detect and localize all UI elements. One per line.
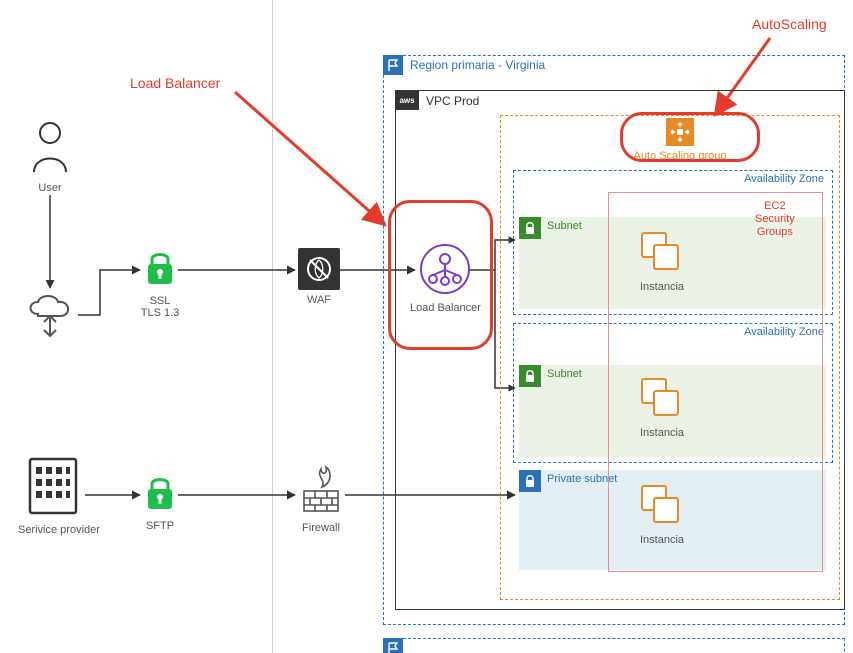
ec2-instance-icon [641,378,683,420]
autoscaling-group-header: Auto Scaling group [625,118,735,162]
firewall-icon [298,465,344,515]
region-secondary-box [383,638,845,653]
user-icon [30,120,70,175]
sftp-label: SFTP [140,520,180,532]
instance-3: Instancia [640,485,684,546]
cloud-icon [22,290,78,340]
ssl-label-1: SSL [140,295,180,307]
service-provider-label: Serivice provider [18,524,88,536]
lock-icon [142,473,178,513]
instance3-label: Instancia [640,534,684,546]
ec2-instance-icon [641,485,683,527]
waf-label: WAF [296,294,342,306]
user-actor: User [28,120,72,194]
instance2-label: Instancia [640,427,684,439]
subnet2-label: Subnet [547,368,582,380]
user-label: User [28,182,72,194]
sftp-node: SFTP [140,473,180,532]
instance-2: Instancia [640,378,684,439]
autoscaling-icon [666,118,694,146]
region-flag-icon [383,638,403,653]
waf-node: WAF [296,248,342,306]
region-flag-icon [383,55,403,75]
az1-title: Availability Zone [744,173,824,185]
private-subnet-label: Private subnet [547,473,617,485]
aws-logo-icon: aws [395,90,419,110]
ssl-label-2: TLS 1.3 [140,307,180,319]
annotation-autoscaling: AutoScaling [752,16,827,32]
ssl-node: SSL TLS 1.3 [140,248,180,319]
subnet-lock-icon [519,470,541,492]
subnet-lock-icon [519,365,541,387]
architecture-diagram: Load Balancer AutoScaling User [0,0,853,653]
load-balancer-node: Load Balancer [410,243,480,314]
vpc-title: VPC Prod [426,94,479,108]
lock-icon [142,248,178,288]
service-provider-actor: Serivice provider [18,455,88,536]
firewall-label: Firewall [296,522,346,534]
vertical-divider [272,0,273,653]
firewall-node: Firewall [296,465,346,534]
security-groups-label: EC2 Security Groups [755,200,795,240]
region-title: Region primaria - Virginia [410,58,545,72]
load-balancer-icon [419,243,471,295]
subnet1-label: Subnet [547,220,582,232]
building-icon [26,455,80,517]
az2-title: Availability Zone [744,326,824,338]
waf-icon [298,248,340,290]
instance1-label: Instancia [640,281,684,293]
subnet-lock-icon [519,217,541,239]
instance-1: Instancia [640,232,684,293]
cloud-internet [22,290,78,343]
asg-label: Auto Scaling group [625,150,735,162]
annotation-load-balancer: Load Balancer [130,75,220,91]
ec2-instance-icon [641,232,683,274]
load-balancer-label: Load Balancer [410,302,480,314]
